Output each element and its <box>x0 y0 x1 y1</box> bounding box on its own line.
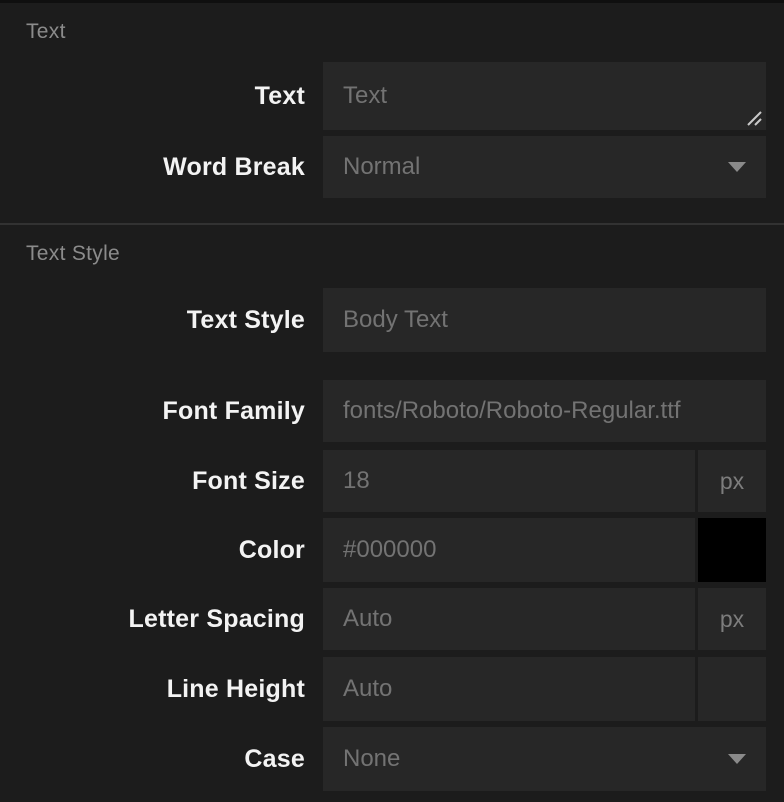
field-row-font-family: Font Family <box>0 380 784 442</box>
letter-spacing-field[interactable] <box>323 588 695 650</box>
color-swatch[interactable] <box>698 518 766 582</box>
font-family-input[interactable] <box>323 380 766 442</box>
field-label-text: Text <box>0 62 305 130</box>
word-break-select-value: Normal <box>323 153 420 181</box>
field-row-text-style: Text Style <box>0 288 784 352</box>
color-field[interactable] <box>323 518 695 582</box>
field-row-line-height: Line Height <box>0 657 784 721</box>
field-label-text-style: Text Style <box>0 288 305 352</box>
field-label-font-family: Font Family <box>0 380 305 442</box>
text-textarea-field[interactable] <box>323 62 766 130</box>
font-size-input[interactable] <box>323 450 695 512</box>
section-title-text-style: Text Style <box>26 241 120 267</box>
field-row-color: Color <box>0 518 784 582</box>
line-height-unit-label <box>698 657 766 721</box>
font-size-field[interactable] <box>323 450 695 512</box>
field-label-color: Color <box>0 518 305 582</box>
field-row-text: Text <box>0 62 784 130</box>
section-divider <box>0 223 784 225</box>
field-row-letter-spacing: Letter Spacing px <box>0 588 784 650</box>
panel-top-border <box>0 0 784 3</box>
text-properties-panel: Text Text Word Break Normal Text Style T… <box>0 0 784 802</box>
field-label-font-size: Font Size <box>0 450 305 512</box>
word-break-select[interactable]: Normal <box>323 136 766 198</box>
field-row-word-break: Word Break Normal <box>0 136 784 198</box>
chevron-down-icon <box>728 754 746 764</box>
resize-handle-icon[interactable] <box>746 111 763 126</box>
field-row-font-size: Font Size px <box>0 450 784 512</box>
field-label-line-height: Line Height <box>0 657 305 721</box>
section-title-text: Text <box>26 19 66 45</box>
text-style-input[interactable] <box>323 288 766 352</box>
text-textarea[interactable] <box>323 62 766 130</box>
font-family-field[interactable] <box>323 380 766 442</box>
field-label-case: Case <box>0 727 305 791</box>
field-label-letter-spacing: Letter Spacing <box>0 588 305 650</box>
letter-spacing-unit-label: px <box>698 588 766 650</box>
letter-spacing-input[interactable] <box>323 588 695 650</box>
field-label-word-break: Word Break <box>0 136 305 198</box>
case-select-value: None <box>323 745 400 773</box>
font-size-unit-label: px <box>698 450 766 512</box>
case-select[interactable]: None <box>323 727 766 791</box>
chevron-down-icon <box>728 162 746 172</box>
line-height-input[interactable] <box>323 657 695 721</box>
text-style-field[interactable] <box>323 288 766 352</box>
field-row-case: Case None <box>0 727 784 791</box>
color-input[interactable] <box>323 518 695 582</box>
line-height-field[interactable] <box>323 657 695 721</box>
